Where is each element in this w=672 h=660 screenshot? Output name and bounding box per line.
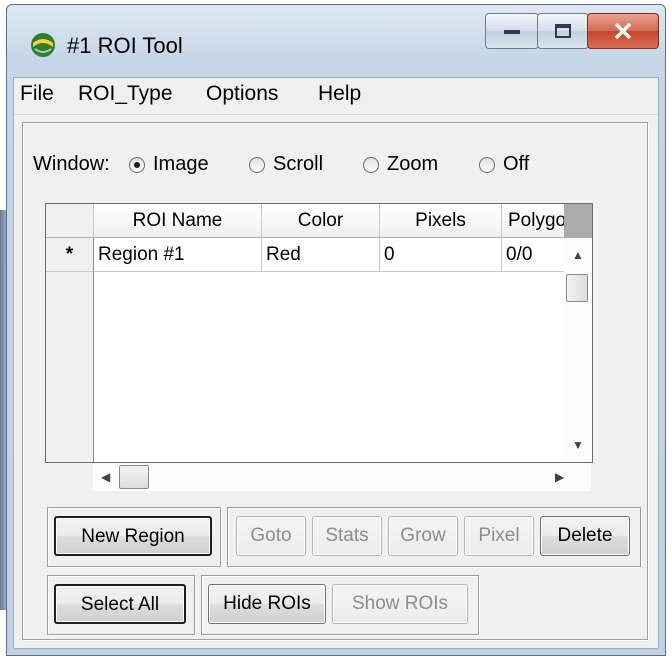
col-header-color[interactable]: Color <box>262 204 380 238</box>
radio-scroll[interactable] <box>249 157 265 173</box>
scroll-up-icon[interactable]: ▲ <box>572 248 584 262</box>
row-marker[interactable]: * <box>46 238 94 272</box>
roi-tool-window: #1 ROI Tool File ROI_Type Options Help W… <box>6 4 666 656</box>
menu-help[interactable]: Help <box>318 82 361 106</box>
window-mode-label: Window: <box>33 153 110 175</box>
roi-visibility-group: Hide ROIs Show ROIs <box>201 575 479 635</box>
select-all-group: Select All <box>47 575 195 635</box>
col-header-pixels[interactable]: Pixels <box>380 204 502 238</box>
menu-roi-type[interactable]: ROI_Type <box>78 82 173 106</box>
menu-file[interactable]: File <box>20 82 54 106</box>
scroll-right-icon[interactable]: ▶ <box>555 470 564 484</box>
radio-zoom[interactable] <box>363 157 379 173</box>
delete-button[interactable]: Delete <box>540 516 630 556</box>
vertical-scroll-thumb[interactable] <box>566 274 588 302</box>
new-region-group: New Region <box>47 507 221 567</box>
scroll-left-icon[interactable]: ◀ <box>101 470 110 484</box>
vertical-scrollbar[interactable]: ▲ ▼ <box>564 238 592 462</box>
goto-button[interactable]: Goto <box>236 516 306 556</box>
stats-button[interactable]: Stats <box>312 516 382 556</box>
roi-action-group: Goto Stats Grow Pixel Delete <box>227 507 641 567</box>
idl-roi-app-icon <box>31 33 55 57</box>
cell-polygons[interactable]: 0/0 <box>502 238 564 272</box>
title-bar[interactable]: #1 ROI Tool <box>7 5 665 77</box>
minimize-button[interactable] <box>485 13 539 49</box>
col-header-roi-name[interactable]: ROI Name <box>94 204 262 238</box>
show-rois-button[interactable]: Show ROIs <box>332 584 468 624</box>
horizontal-scrollbar[interactable]: ◀ ▶ <box>45 463 593 493</box>
col-header-polygons[interactable]: Polygo <box>502 204 564 238</box>
roi-table[interactable]: ROI Name Color Pixels Polygo * Region #1… <box>45 203 593 463</box>
new-region-button[interactable]: New Region <box>54 516 212 556</box>
maximize-button[interactable] <box>537 13 589 49</box>
minimize-icon <box>504 30 520 34</box>
menu-options[interactable]: Options <box>206 82 278 106</box>
maximize-icon <box>555 24 571 38</box>
close-button[interactable] <box>587 13 659 49</box>
grow-button[interactable]: Grow <box>388 516 458 556</box>
radio-scroll-label[interactable]: Scroll <box>273 153 323 176</box>
horizontal-scroll-thumb[interactable] <box>119 465 149 489</box>
client-area: File ROI_Type Options Help Window: Image… <box>13 77 659 649</box>
corner-header <box>46 204 94 238</box>
radio-image-label[interactable]: Image <box>153 153 209 176</box>
radio-image[interactable] <box>129 157 145 173</box>
radio-off-label[interactable]: Off <box>503 153 529 176</box>
hide-rois-button[interactable]: Hide ROIs <box>208 584 326 624</box>
radio-zoom-label[interactable]: Zoom <box>387 153 438 176</box>
cell-pixels[interactable]: 0 <box>380 238 502 272</box>
table-empty-area <box>94 272 564 462</box>
scroll-down-icon[interactable]: ▼ <box>572 438 584 452</box>
window-title: #1 ROI Tool <box>67 33 183 58</box>
menu-bar: File ROI_Type Options Help <box>14 78 658 115</box>
cell-color[interactable]: Red <box>262 238 380 272</box>
cell-roi-name[interactable]: Region #1 <box>94 238 262 272</box>
select-all-button[interactable]: Select All <box>54 584 186 624</box>
close-icon <box>614 22 632 40</box>
pixel-button[interactable]: Pixel <box>464 516 534 556</box>
roi-panel: Window: Image Scroll Zoom Off ROI Name C… <box>22 122 648 640</box>
radio-off[interactable] <box>479 157 495 173</box>
